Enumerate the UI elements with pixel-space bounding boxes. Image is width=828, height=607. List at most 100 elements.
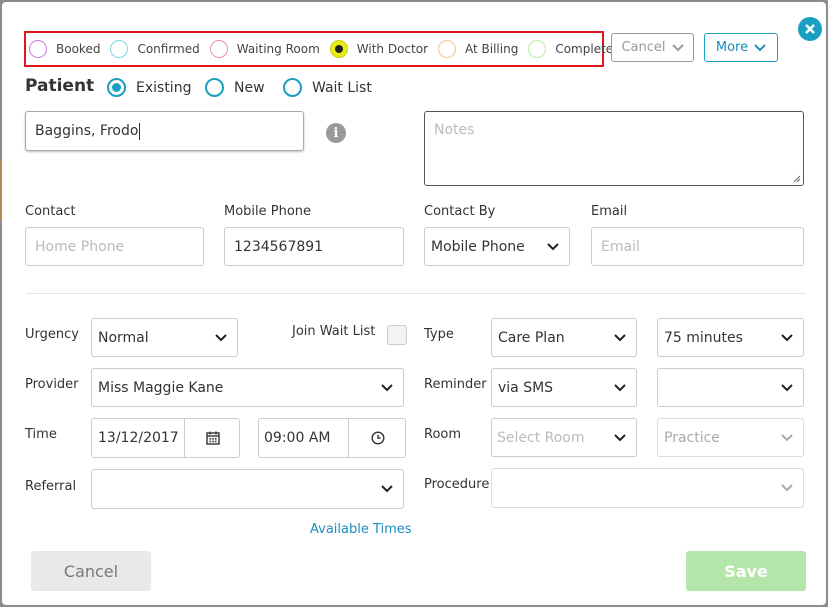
date-input[interactable]: 13/12/2017 — [91, 418, 240, 458]
patient-option-wait-list[interactable]: Wait List — [283, 78, 372, 97]
room-placeholder: Select Room — [497, 429, 585, 446]
section-divider — [26, 293, 806, 294]
provider-value: Miss Maggie Kane — [98, 379, 224, 396]
status-option-confirmed[interactable]: Confirmed — [110, 40, 200, 58]
more-dropdown-button[interactable]: More — [704, 33, 778, 62]
radio-wait-list-label: Wait List — [312, 79, 372, 96]
chevron-down-icon — [614, 383, 626, 391]
chevron-down-icon — [381, 383, 393, 391]
cancel-dropdown-button[interactable]: Cancel — [611, 33, 694, 62]
status-radio[interactable] — [438, 40, 457, 58]
status-radio[interactable] — [209, 40, 228, 58]
urgency-select[interactable]: Normal — [91, 318, 238, 357]
duration-select[interactable]: 75 minutes — [657, 318, 804, 357]
date-value: 13/12/2017 — [98, 430, 179, 446]
status-option-waiting-room[interactable]: Waiting Room — [209, 40, 320, 58]
join-wait-list-checkbox[interactable] — [387, 325, 407, 345]
urgency-label: Urgency — [25, 327, 79, 342]
chevron-down-icon — [215, 333, 227, 341]
contact-by-select[interactable]: Mobile Phone — [424, 227, 570, 266]
email-input[interactable]: Email — [591, 227, 804, 266]
patient-name-value: Baggins, Frodo — [35, 123, 139, 139]
reminder-value: via SMS — [498, 379, 554, 396]
chevron-down-icon — [381, 485, 393, 493]
resize-handle-icon — [793, 175, 801, 183]
reminder-extra-select[interactable] — [657, 368, 804, 407]
patient-option-new[interactable]: New — [205, 78, 265, 97]
chevron-down-icon — [547, 242, 559, 250]
provider-label: Provider — [25, 377, 79, 392]
patient-option-existing[interactable]: Existing — [107, 78, 191, 97]
status-label: Booked — [56, 42, 101, 56]
time-value: 09:00 AM — [264, 430, 331, 446]
chevron-down-icon — [781, 484, 793, 492]
status-option-at-billing[interactable]: At Billing — [438, 40, 518, 58]
type-label: Type — [424, 327, 454, 342]
mobile-phone-label: Mobile Phone — [224, 204, 312, 219]
patient-name-input[interactable]: Baggins, Frodo — [25, 111, 304, 151]
notes-placeholder: Notes — [434, 122, 475, 138]
clock-button[interactable] — [348, 419, 406, 457]
contact-by-label: Contact By — [424, 204, 496, 219]
status-option-completed[interactable]: Completed — [528, 40, 621, 58]
room-select[interactable]: Select Room — [491, 418, 637, 457]
chevron-down-icon — [671, 43, 684, 51]
mobile-phone-input[interactable]: 1234567891 — [224, 227, 404, 266]
type-select[interactable]: Care Plan — [491, 318, 637, 357]
radio-new-label: New — [234, 79, 265, 96]
save-button-label: Save — [724, 561, 768, 581]
cancel-dropdown-label: Cancel — [621, 40, 666, 55]
radio-existing-label: Existing — [136, 79, 192, 96]
reminder-select[interactable]: via SMS — [491, 368, 637, 407]
radio-existing[interactable] — [107, 78, 126, 97]
radio-new[interactable] — [205, 78, 224, 97]
clock-icon — [370, 431, 385, 445]
reminder-label: Reminder — [424, 377, 487, 392]
practice-placeholder: Practice — [664, 429, 720, 446]
chevron-down-icon — [614, 433, 626, 441]
status-radio[interactable] — [528, 40, 547, 58]
mobile-phone-value: 1234567891 — [234, 238, 324, 255]
status-option-booked[interactable]: Booked — [29, 40, 100, 58]
status-option-with-doctor[interactable]: With Doctor — [329, 40, 429, 58]
notes-textarea[interactable]: Notes — [424, 111, 804, 186]
procedure-label: Procedure — [424, 477, 490, 492]
appointment-modal: Booked Confirmed Waiting Room With Doctor At… — [2, 2, 826, 605]
urgency-value: Normal — [98, 329, 149, 346]
status-radio[interactable] — [29, 40, 47, 58]
cancel-button[interactable]: Cancel — [31, 551, 151, 591]
procedure-select[interactable] — [491, 468, 804, 508]
calendar-icon — [205, 431, 220, 445]
status-label: At Billing — [465, 42, 519, 56]
chevron-down-icon — [614, 333, 626, 341]
close-button[interactable] — [798, 17, 822, 41]
status-label: With Doctor — [356, 42, 429, 56]
cancel-button-label: Cancel — [63, 561, 119, 581]
radio-wait-list[interactable] — [283, 78, 302, 97]
info-icon[interactable]: i — [326, 123, 346, 143]
join-wait-list-label: Join Wait List — [292, 324, 376, 339]
provider-select[interactable]: Miss Maggie Kane — [91, 368, 404, 407]
calendar-button[interactable] — [184, 419, 240, 457]
room-label: Room — [424, 427, 462, 442]
referral-select[interactable] — [91, 469, 404, 509]
status-radio[interactable] — [110, 40, 129, 58]
chevron-down-icon — [781, 333, 793, 341]
referral-label: Referral — [25, 479, 77, 494]
practice-select[interactable]: Practice — [657, 418, 804, 457]
home-phone-input[interactable]: Home Phone — [25, 227, 204, 266]
duration-value: 75 minutes — [664, 329, 743, 346]
time-label: Time — [25, 427, 57, 442]
status-selected-dot — [334, 45, 343, 53]
contact-label: Contact — [25, 204, 76, 219]
type-value: Care Plan — [498, 329, 565, 346]
email-placeholder: Email — [601, 238, 640, 255]
patient-title: Patient — [25, 76, 95, 96]
available-times-link[interactable]: Available Times — [310, 522, 412, 537]
status-bar: Booked Confirmed Waiting Room With Doctor At… — [24, 31, 621, 67]
status-label: Confirmed — [137, 42, 200, 56]
save-button[interactable]: Save — [686, 551, 806, 591]
time-input[interactable]: 09:00 AM — [258, 418, 406, 458]
contact-by-value: Mobile Phone — [431, 238, 525, 255]
status-radio[interactable] — [329, 40, 348, 58]
